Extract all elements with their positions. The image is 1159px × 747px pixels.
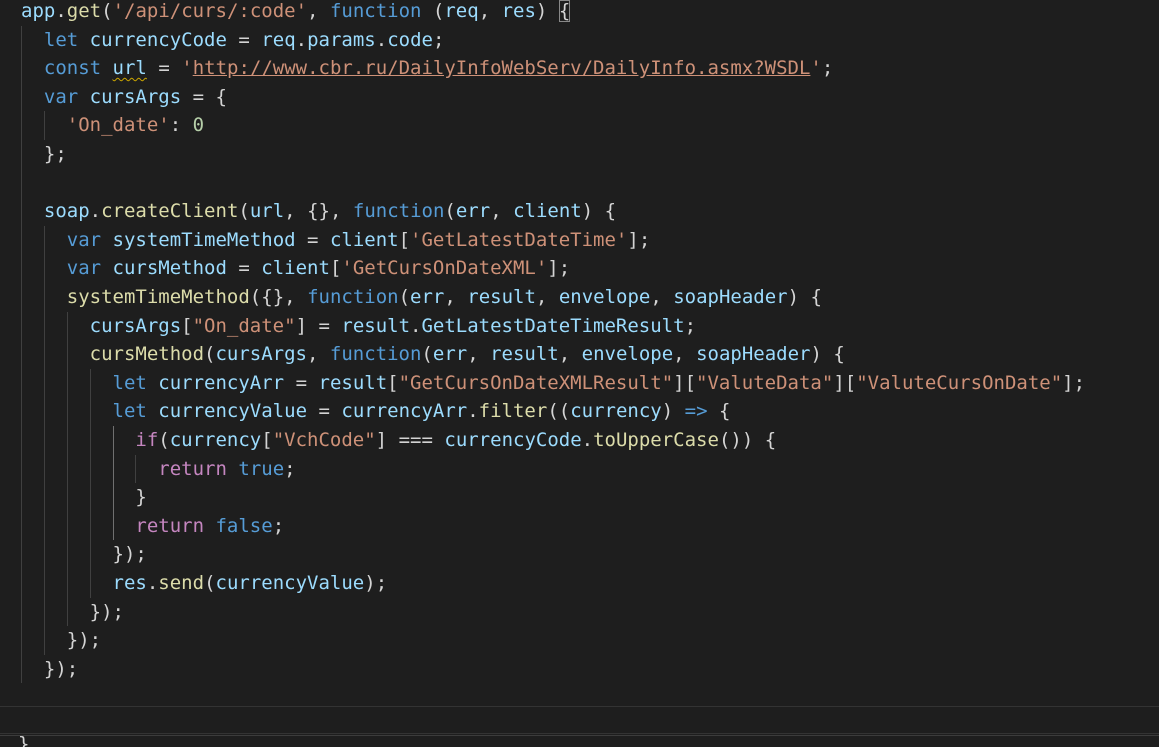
current-line-highlight: [0, 706, 1159, 734]
code-line[interactable]: soap.createClient(url, {}, function(err,…: [21, 197, 616, 226]
code-line[interactable]: cursArgs["On_date"] = result.GetLatestDa…: [21, 312, 696, 341]
code-line[interactable]: systemTimeMethod({}, function(err, resul…: [21, 283, 822, 312]
code-line[interactable]: let currencyValue = currencyArr.filter((…: [21, 397, 731, 426]
code-line[interactable]: });: [21, 655, 78, 684]
editor-bottom-border: [0, 735, 1159, 736]
code-line[interactable]: }: [21, 483, 146, 512]
code-line[interactable]: const url = 'http://www.cbr.ru/DailyInfo…: [21, 54, 833, 83]
code-line[interactable]: var cursMethod = client['GetCursOnDateXM…: [21, 254, 570, 283]
code-line[interactable]: res.send(currencyValue);: [21, 569, 388, 598]
code-line[interactable]: return false;: [21, 512, 284, 541]
code-line[interactable]: if(currency["VchCode"] === currencyCode.…: [21, 426, 776, 455]
code-line[interactable]: let currencyArr = result["GetCursOnDateX…: [21, 369, 1086, 398]
code-line[interactable]: cursMethod(cursArgs, function(err, resul…: [21, 340, 845, 369]
code-line[interactable]: });: [21, 598, 124, 627]
code-line[interactable]: });: [21, 540, 147, 569]
code-line[interactable]: var cursArgs = {: [21, 83, 227, 112]
code-line[interactable]: });: [21, 626, 101, 655]
code-line[interactable]: };: [21, 140, 67, 169]
code-line[interactable]: app.get('/api/curs/:code', function (req…: [21, 0, 571, 26]
code-editor[interactable]: app.get('/api/curs/:code', function (req…: [0, 0, 1159, 747]
next-line-fragment: }: [18, 736, 28, 747]
code-line[interactable]: var systemTimeMethod = client['GetLatest…: [21, 226, 651, 255]
code-line[interactable]: let currencyCode = req.params.code;: [21, 26, 445, 55]
code-line[interactable]: return true;: [21, 455, 295, 484]
code-line[interactable]: 'On_date': 0: [21, 111, 204, 140]
